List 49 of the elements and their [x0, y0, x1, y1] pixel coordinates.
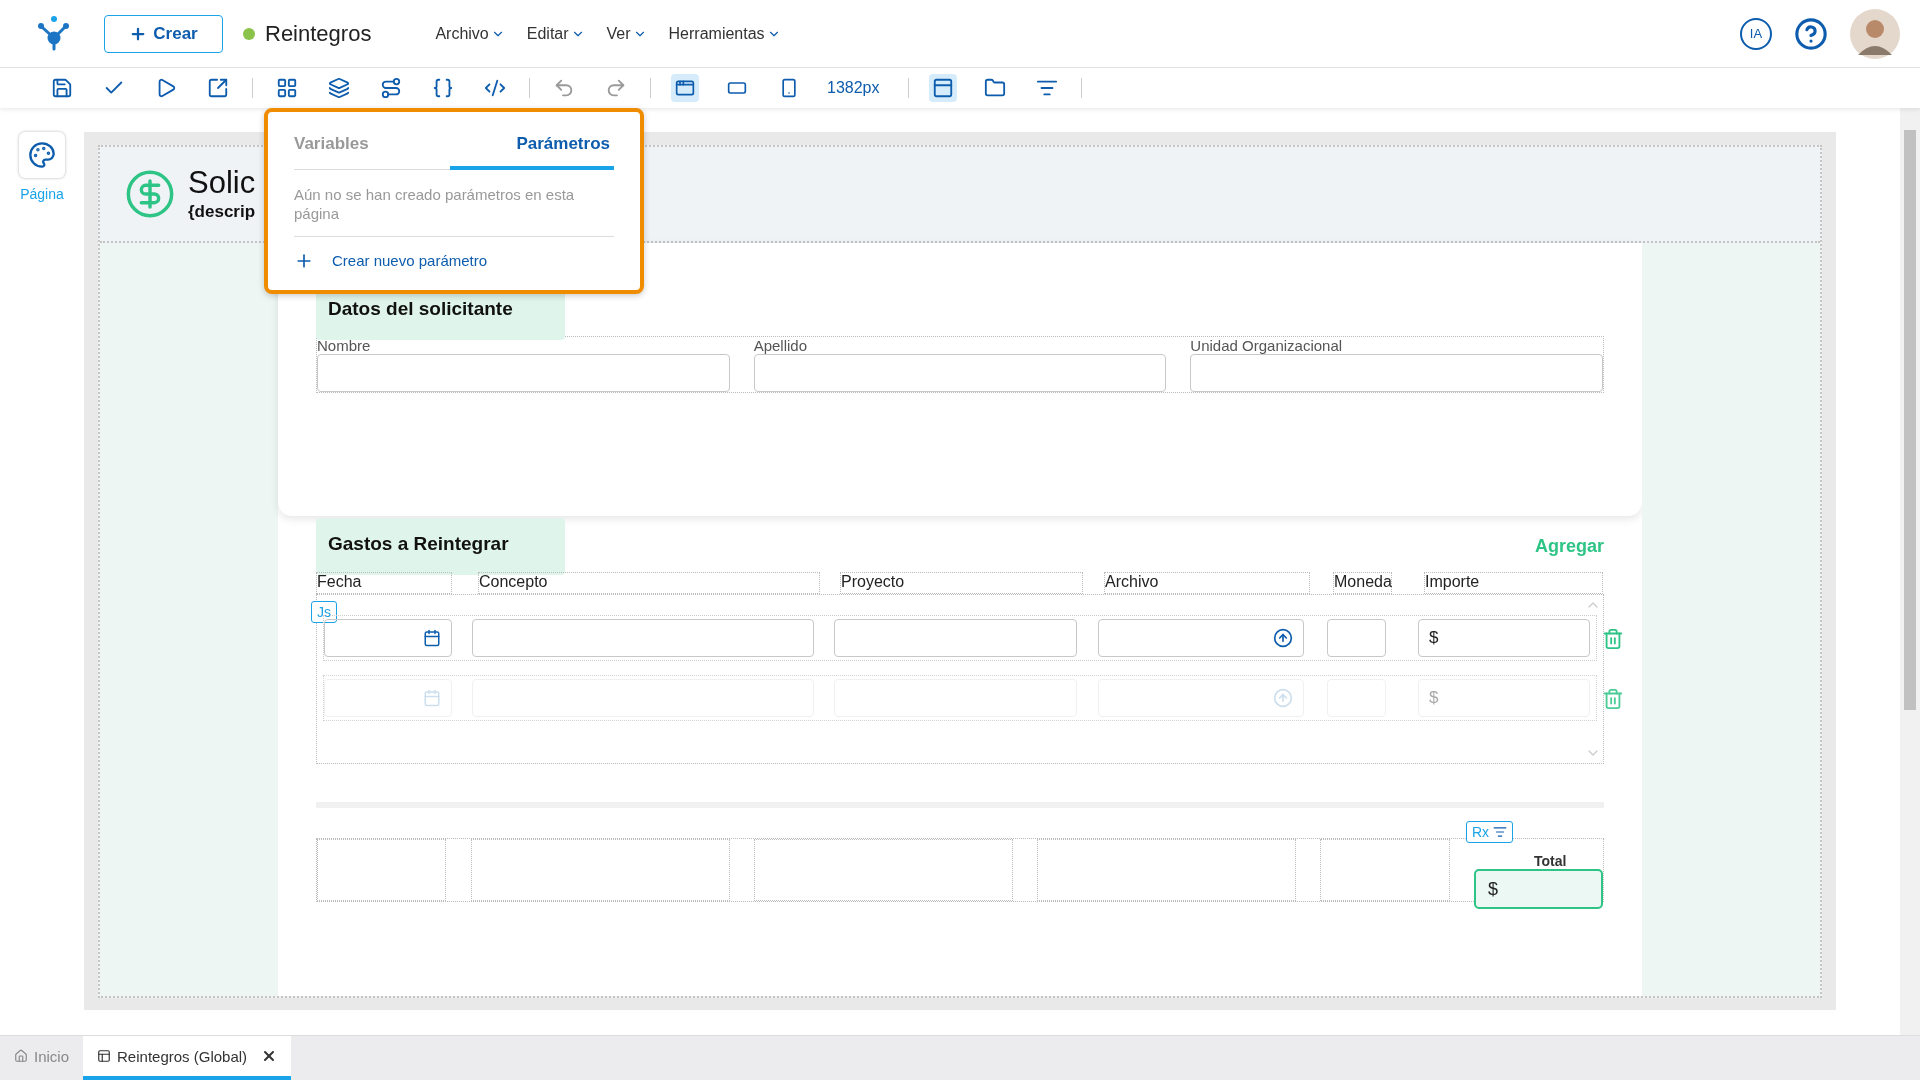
create-parameter-button[interactable]: Crear nuevo parámetro	[294, 236, 488, 285]
input-field[interactable]	[317, 354, 730, 392]
document-title: Reintegros	[265, 20, 372, 47]
column-header: Fecha	[316, 572, 452, 594]
trash-icon[interactable]	[1602, 628, 1624, 650]
bottom-tab[interactable]: Reintegros (Global)	[83, 1036, 292, 1080]
help-icon[interactable]	[1794, 16, 1828, 51]
field-label: Apellido	[753, 337, 809, 354]
popup-tab[interactable]: Parámetros	[450, 122, 614, 170]
ai-button[interactable]: IA	[1740, 17, 1772, 50]
upload-icon[interactable]	[1273, 628, 1293, 648]
scrollbar[interactable]	[1900, 108, 1920, 1035]
field-label: Unidad Organizacional	[1190, 337, 1344, 354]
input-field[interactable]	[753, 354, 1167, 392]
input-field[interactable]	[1327, 619, 1386, 657]
empty-message: Aún no se han creado parámetros en esta página	[294, 186, 614, 237]
page-subtitle: {descrip	[188, 201, 256, 222]
menu-item[interactable]: Ver	[606, 24, 647, 43]
input-field[interactable]	[834, 619, 1077, 657]
menu-item[interactable]: Archivo	[435, 24, 505, 43]
column-header: Proyecto	[840, 572, 1083, 594]
calendar-icon[interactable]	[423, 629, 441, 647]
input-field[interactable]	[472, 619, 814, 657]
date-field[interactable]	[324, 619, 452, 657]
avatar[interactable]	[1850, 8, 1900, 59]
width-label: 1382px	[827, 79, 880, 97]
page-icon	[97, 1049, 112, 1063]
column-header: Archivo	[1104, 572, 1310, 594]
dollar-icon	[124, 168, 176, 220]
page-title: Solic	[188, 166, 256, 198]
total-label: Total	[1533, 853, 1568, 869]
column-header: Moneda	[1333, 572, 1392, 594]
total-field[interactable]: $	[1474, 869, 1603, 909]
column-header: Concepto	[478, 572, 820, 594]
device-view-icon[interactable]	[671, 74, 699, 102]
amount-field[interactable]: $	[1418, 619, 1590, 657]
palette-icon	[28, 141, 56, 169]
create-button[interactable]: Crear	[104, 14, 223, 53]
panel-icon[interactable]	[928, 74, 957, 102]
menu-item[interactable]: Herramientas	[668, 24, 781, 43]
menu-item[interactable]: Editar	[526, 24, 585, 43]
input-field[interactable]	[1190, 354, 1603, 392]
column-header: Importe	[1424, 572, 1603, 594]
home-icon	[14, 1049, 28, 1063]
filter-icon	[1493, 825, 1507, 839]
status-dot	[243, 27, 255, 40]
field-label: Nombre	[317, 337, 372, 354]
file-field[interactable]	[1098, 619, 1304, 657]
section-title: Gastos a Reintegrar	[316, 518, 565, 575]
